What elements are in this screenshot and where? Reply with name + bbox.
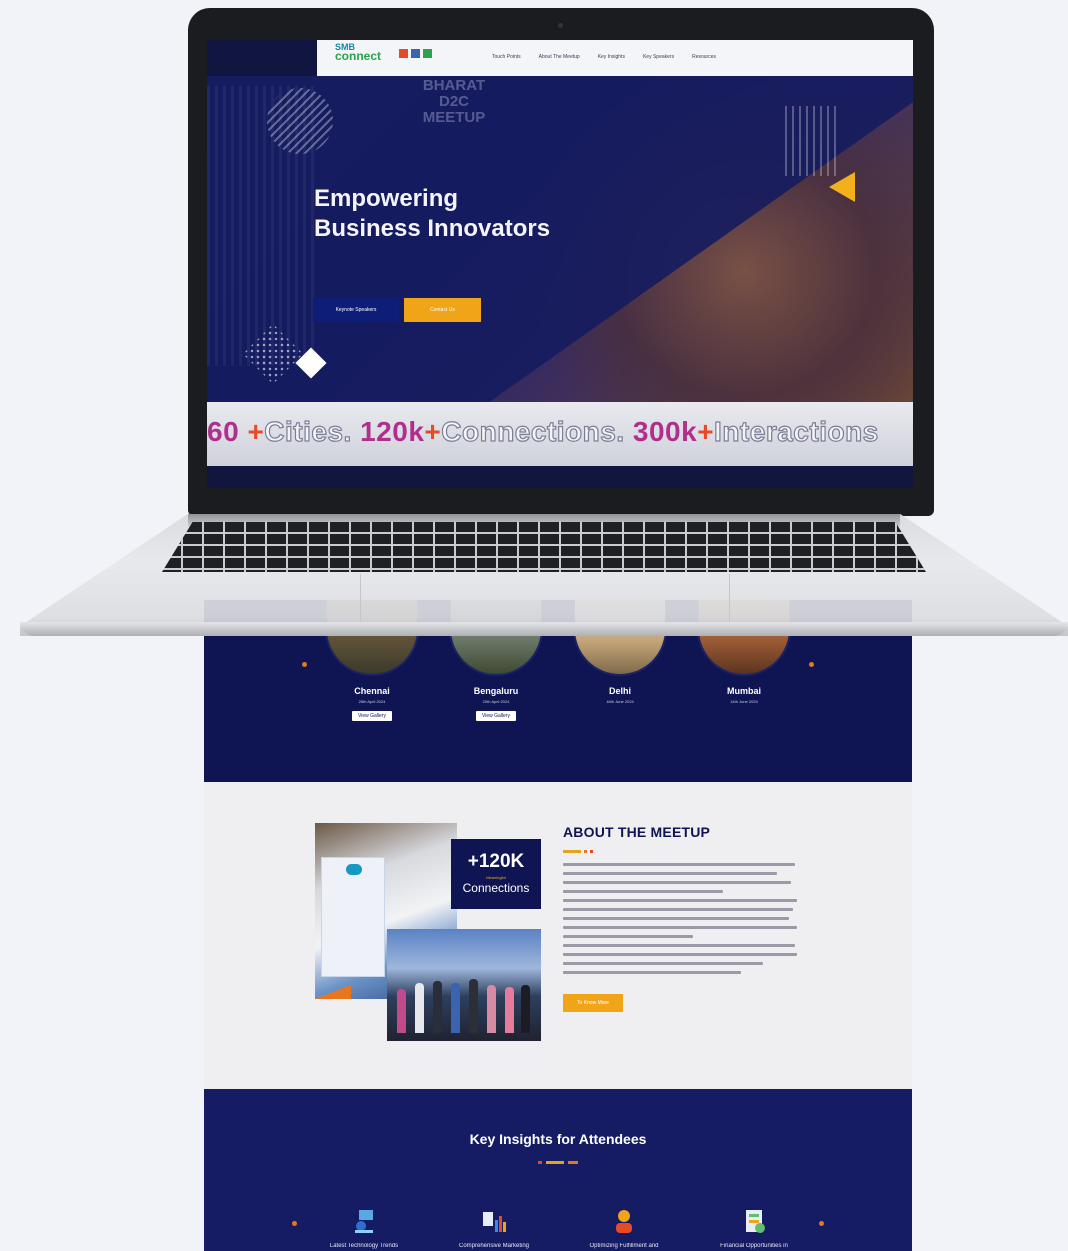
nav-link-touch-points[interactable]: Touch Points [492,54,521,60]
carousel-dot-left[interactable] [302,662,307,667]
striped-circle-decoration [267,88,333,154]
about-paragraph [563,863,803,974]
webcam-icon [558,23,563,28]
nav-link-about[interactable]: About The Meetup [539,54,580,60]
person-figure [433,981,442,1033]
insight-item[interactable]: Comprehensive Marketing [434,1205,554,1249]
d2c-meetup-logo[interactable] [397,42,439,72]
person-figure [521,985,530,1033]
insight-item[interactable]: Latest Technology Trends [304,1205,424,1249]
carousel-dot-right[interactable] [819,1221,824,1226]
city-date: 20th April 2024 [482,699,510,704]
person-figure [487,985,496,1033]
stat-caption: Meaningful [486,875,506,880]
about-title: ABOUT THE MEETUP [563,824,711,840]
about-text-block: ABOUT THE MEETUP To Know More [563,824,803,1012]
view-gallery-button[interactable]: View Gallery [352,711,392,721]
stat-label: Connections [462,881,530,895]
insight-label: Financial Opportunities in [720,1243,788,1249]
keyboard [162,522,926,572]
city-name: Mumbai [726,686,761,696]
insight-item[interactable]: Optimizing Fulfillment and [564,1205,684,1249]
city-date: 14th June 2024 [730,699,758,704]
nav-link-speakers[interactable]: Key Speakers [643,54,674,60]
laptop-front-edge [20,622,1068,636]
person-figure [415,983,424,1033]
city-date: 18th June 2024 [606,699,634,704]
view-gallery-button[interactable]: View Gallery [476,711,516,721]
insight-item[interactable]: Financial Opportunities in [694,1205,814,1249]
bars-decoration [785,106,841,176]
trackpad [360,574,730,622]
laptop-screen: BHARAT D2C MEETUP Empowering Business In… [207,40,913,488]
city-name: Delhi [608,686,631,696]
hero-title: Empowering Business Innovators [314,185,551,242]
know-more-button[interactable]: To Know More [563,994,623,1012]
title-separator [563,850,593,853]
page-preview: Chennai 26th April 2024 View Gallery Ben… [204,600,912,1251]
city-date: 26th April 2024 [358,699,386,704]
nav-links: Touch Points About The Meetup Key Insigh… [492,54,716,60]
contact-us-button[interactable]: Contact Us [404,298,481,322]
event-photo-group [387,929,541,1041]
technology-icon [348,1205,380,1237]
triangle-decoration [829,172,855,202]
fulfillment-icon [608,1205,640,1237]
connections-stat-box: +120K Meaningful Connections [451,839,541,909]
about-photo-collage: +120K Meaningful Connections [315,823,543,1043]
person-figure [451,983,460,1033]
orange-accent-shape [315,985,351,999]
hero-section: BHARAT D2C MEETUP Empowering Business In… [207,76,913,402]
person-figure [397,989,406,1033]
person-figure [505,987,514,1033]
keynote-speakers-button[interactable]: Keynote Speakers [313,298,399,322]
carousel-dot-right[interactable] [809,662,814,667]
marketing-icon [478,1205,510,1237]
finance-icon [738,1205,770,1237]
stat-number: +120K [467,851,525,872]
insights-section: Key Insights for Attendees Latest Techno… [204,1089,912,1251]
smb-connect-logo[interactable]: SMB connect [335,43,381,63]
title-separator [538,1161,578,1164]
top-navigation: SMB connect Touch Points About The Meetu… [317,40,913,76]
event-banner [321,857,385,977]
insight-label: Comprehensive Marketing [458,1243,530,1249]
nav-link-resources[interactable]: Resources [692,54,716,60]
about-section: +120K Meaningful Connections ABOUT THE M… [204,782,912,1089]
stats-ticker: 60 +Cities. 120k+Connections. 300k+Inter… [207,402,913,466]
nav-link-insights[interactable]: Key Insights [598,54,625,60]
laptop-base [20,514,1068,636]
carousel-dot-left[interactable] [292,1221,297,1226]
city-name: Bengaluru [473,686,519,696]
city-name: Chennai [354,686,390,696]
insights-title: Key Insights for Attendees [469,1131,647,1147]
faded-meetup-logo: BHARAT D2C MEETUP [422,77,486,126]
screen-bottom-edge [207,466,913,488]
cloud-logo-icon [346,864,362,875]
ticker-text: 60 +Cities. 120k+Connections. 300k+Inter… [207,415,879,447]
insight-label: Optimizing Fulfillment and [589,1243,659,1249]
insight-label: Latest Technology Trends [329,1243,399,1249]
person-figure [469,979,478,1033]
